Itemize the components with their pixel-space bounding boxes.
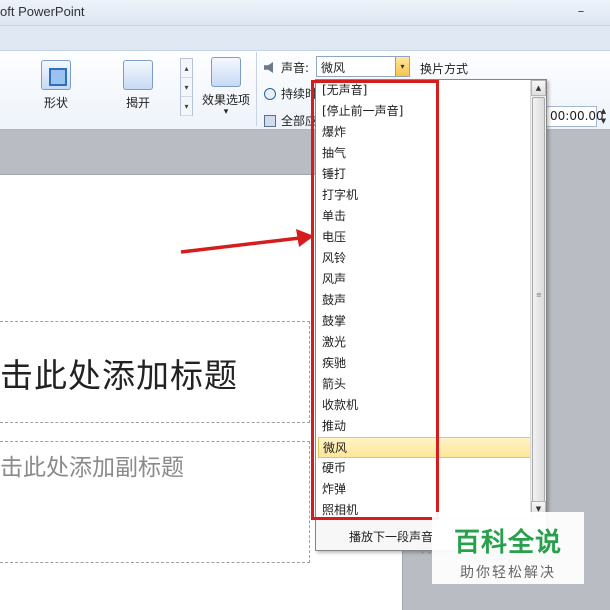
watermark-main: 百科全说	[453, 528, 562, 558]
title-bar: oft PowerPoint –	[0, 0, 610, 26]
scroll-up-icon[interactable]: ▲	[531, 80, 546, 96]
sound-combobox-value: 微风	[321, 61, 346, 75]
reveal-effect-label: 揭开	[125, 96, 150, 110]
reveal-effect-icon	[123, 60, 153, 90]
ribbon-tab-strip	[0, 26, 610, 50]
effect-gallery-scroller[interactable]: ▴ ▾ ▾	[180, 58, 193, 116]
watermark: 百科全说 助你轻松解决	[432, 512, 584, 584]
annotation-highlight-box	[311, 80, 439, 520]
speaker-icon	[264, 62, 273, 73]
effect-options-icon	[211, 57, 241, 87]
time-spinner[interactable]: ▲ ▼	[597, 106, 610, 127]
apply-all-button[interactable]: 全部应	[264, 112, 317, 129]
sound-label: 声音:	[281, 61, 310, 75]
window-title: oft PowerPoint	[0, 4, 85, 19]
apply-all-icon	[264, 115, 276, 127]
shape-effect-label: 形状	[43, 96, 68, 110]
shape-effect-button[interactable]: 形状	[30, 60, 82, 112]
spinner-down-icon[interactable]: ▼	[597, 116, 610, 126]
ribbon-separator	[256, 52, 257, 126]
switch-mode-label: 换片方式	[420, 62, 469, 76]
reveal-effect-button[interactable]: 揭开	[112, 60, 164, 112]
watermark-sub: 助你轻松解决	[460, 565, 556, 581]
effect-options-button[interactable]: 效果选项 ▾	[198, 57, 254, 121]
sound-combobox[interactable]: 微风 ▾	[316, 56, 410, 77]
minimize-icon[interactable]: –	[572, 3, 590, 21]
shape-effect-icon	[41, 60, 71, 90]
title-placeholder-text: 击此处添加标题	[0, 356, 238, 395]
advance-time-input[interactable]: 00:00.00	[545, 106, 604, 127]
scroll-thumb[interactable]: ≡	[532, 97, 545, 502]
sound-label-group: 声音:	[264, 59, 309, 76]
gallery-scroll-up-icon[interactable]: ▴	[181, 59, 192, 78]
effect-options-label: 效果选项	[201, 93, 250, 107]
subtitle-placeholder-text: 击此处添加副标题	[0, 455, 184, 481]
spinner-up-icon[interactable]: ▲	[597, 106, 610, 116]
effect-options-arrow-icon: ▾	[223, 107, 229, 117]
duration-label-group: 持续时	[264, 85, 317, 102]
play-next-sound-option[interactable]: 播放下一段声音	[349, 528, 433, 545]
clock-icon	[264, 88, 276, 100]
gallery-more-icon[interactable]: ▾	[181, 97, 192, 116]
dropdown-scrollbar[interactable]: ▲ ≡ ▼	[530, 80, 546, 518]
scroll-grip-icon: ≡	[536, 291, 542, 299]
chevron-down-icon[interactable]: ▾	[395, 57, 409, 76]
gallery-scroll-down-icon[interactable]: ▾	[181, 78, 192, 97]
